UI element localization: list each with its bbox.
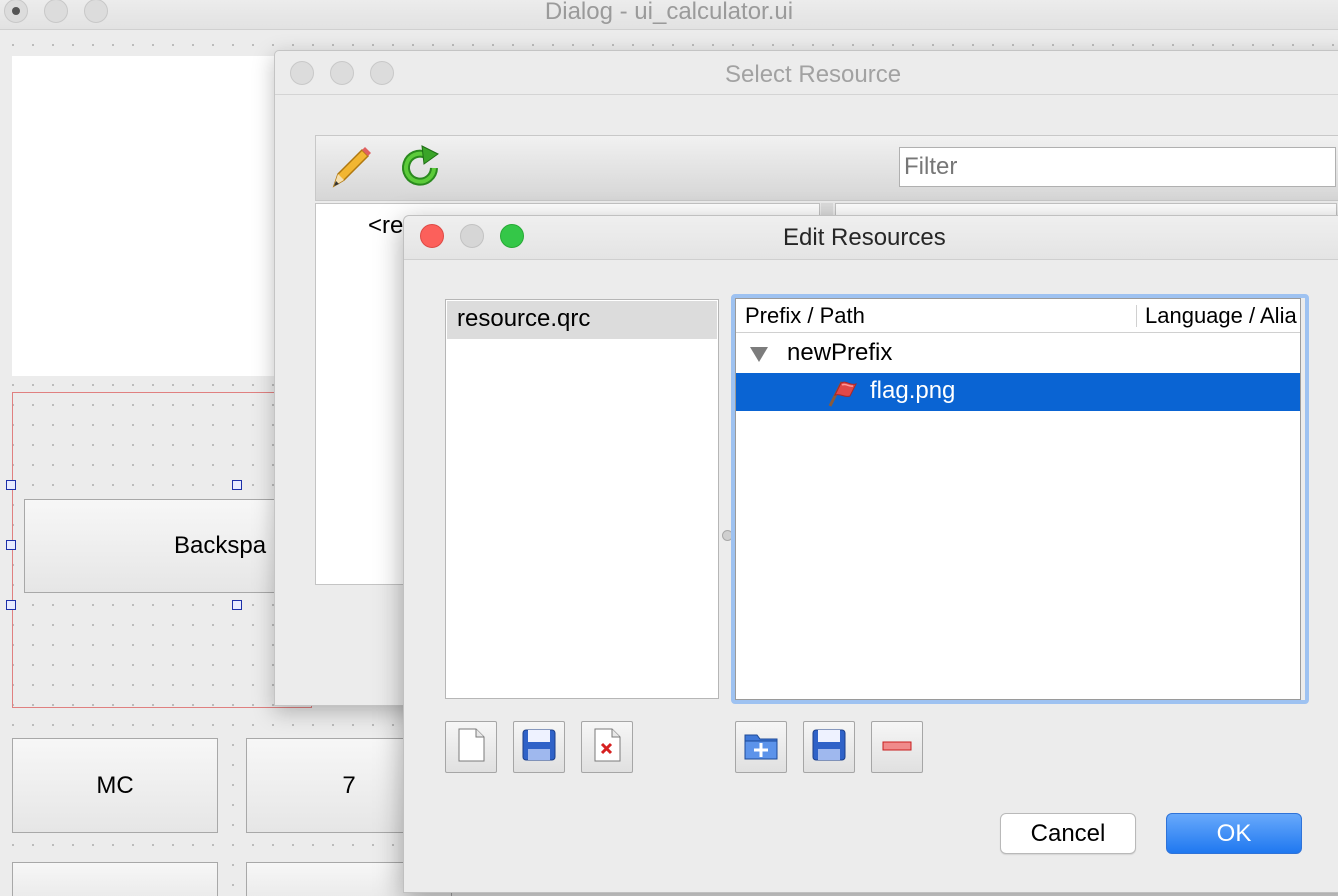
remove-button[interactable] [871,721,923,773]
calculator-button[interactable] [12,862,218,896]
edit-resources-titlebar: Edit Resources [404,216,1338,260]
filter-input[interactable] [899,147,1336,187]
remove-icon [882,738,912,756]
new-file-icon [456,728,486,767]
resize-handle[interactable] [6,540,16,550]
new-file-button[interactable] [445,721,497,773]
main-window-titlebar: Dialog - ui_calculator.ui [0,0,1338,30]
resource-file-list[interactable]: resource.qrc [445,299,719,699]
remove-file-icon [592,728,622,767]
ok-button[interactable]: OK [1166,813,1302,854]
add-prefix-button[interactable] [735,721,787,773]
pencil-icon[interactable] [326,144,374,197]
edit-resources-title: Edit Resources [783,224,946,251]
main-window-title: Dialog - ui_calculator.ui [544,0,794,25]
tree-row-file[interactable]: flag.png [736,373,1300,411]
zoom-dialog-button[interactable] [370,61,394,85]
resize-handle[interactable] [6,600,16,610]
prefix-path-tree[interactable]: Prefix / Path Language / Alia newPrefix … [735,298,1301,700]
tree-row-prefix[interactable]: newPrefix [736,335,1300,373]
close-dialog-button[interactable] [420,224,444,248]
reload-icon[interactable] [396,144,444,197]
minimize-dialog-button[interactable] [460,224,484,248]
file-label: flag.png [870,377,956,404]
resize-handle[interactable] [232,480,242,490]
column-header-language-alias[interactable]: Language / Alia [1145,303,1297,329]
select-resource-titlebar: Select Resource [275,51,1338,95]
prefix-label: newPrefix [787,339,893,366]
column-header-prefix-path[interactable]: Prefix / Path [745,303,865,329]
edit-resources-dialog: Edit Resources resource.qrc Prefix / Pat… [403,215,1338,893]
flag-icon [826,378,858,415]
close-dialog-button[interactable] [290,61,314,85]
mc-button[interactable]: MC [12,738,218,833]
resource-file-item[interactable]: resource.qrc [447,301,717,339]
display-widget[interactable] [12,56,280,376]
disclosure-triangle-icon[interactable] [750,347,768,362]
cancel-button[interactable]: Cancel [1000,813,1136,854]
minimize-dialog-button[interactable] [330,61,354,85]
column-divider[interactable] [1136,305,1137,327]
resource-tree-item[interactable]: <re [368,212,403,240]
remove-file-button[interactable] [581,721,633,773]
resize-handle[interactable] [232,600,242,610]
select-resource-title: Select Resource [725,61,902,88]
tree-header: Prefix / Path Language / Alia [736,299,1300,333]
resize-handle[interactable] [6,480,16,490]
add-files-icon [812,729,846,766]
add-files-button[interactable] [803,721,855,773]
open-file-icon [522,729,556,766]
add-folder-icon [744,730,778,765]
zoom-dialog-button[interactable] [500,224,524,248]
open-file-button[interactable] [513,721,565,773]
